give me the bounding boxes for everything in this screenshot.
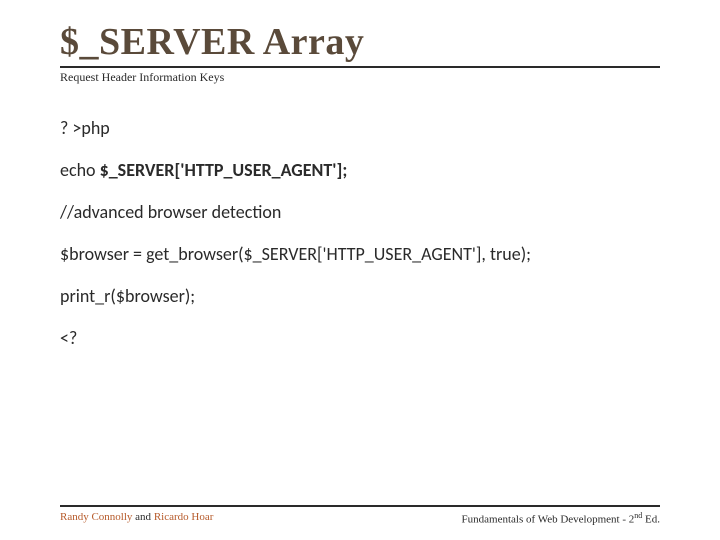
footer-divider bbox=[60, 505, 660, 507]
slide-container: $_SERVER Array Request Header Informatio… bbox=[0, 0, 720, 540]
code-line-2-prefix: echo bbox=[60, 159, 100, 181]
book-suffix: Ed. bbox=[642, 514, 660, 526]
code-line-5: print_r($browser); bbox=[60, 285, 660, 307]
page-title: $_SERVER Array bbox=[60, 20, 660, 64]
code-line-2: echo $_SERVER['HTTP_USER_AGENT']; bbox=[60, 159, 660, 181]
footer-book: Fundamentals of Web Development - 2nd Ed… bbox=[462, 511, 660, 526]
code-line-2-bold: $_SERVER['HTTP_USER_AGENT']; bbox=[100, 159, 348, 181]
author-2: Ricardo Hoar bbox=[154, 511, 214, 523]
footer: Randy Connolly and Ricardo Hoar Fundamen… bbox=[60, 505, 660, 526]
code-line-6: <? bbox=[60, 327, 660, 349]
author-joiner: and bbox=[132, 511, 153, 523]
book-prefix: Fundamentals of Web Development - 2 bbox=[462, 514, 635, 526]
footer-authors: Randy Connolly and Ricardo Hoar bbox=[60, 511, 213, 526]
code-line-4: $browser = get_browser($_SERVER['HTTP_US… bbox=[60, 243, 660, 265]
code-line-1: ? >php bbox=[60, 117, 660, 139]
footer-row: Randy Connolly and Ricardo Hoar Fundamen… bbox=[60, 511, 660, 526]
page-subtitle: Request Header Information Keys bbox=[60, 70, 660, 85]
title-underline bbox=[60, 66, 660, 68]
author-1: Randy Connolly bbox=[60, 511, 132, 523]
code-line-3: //advanced browser detection bbox=[60, 201, 660, 223]
